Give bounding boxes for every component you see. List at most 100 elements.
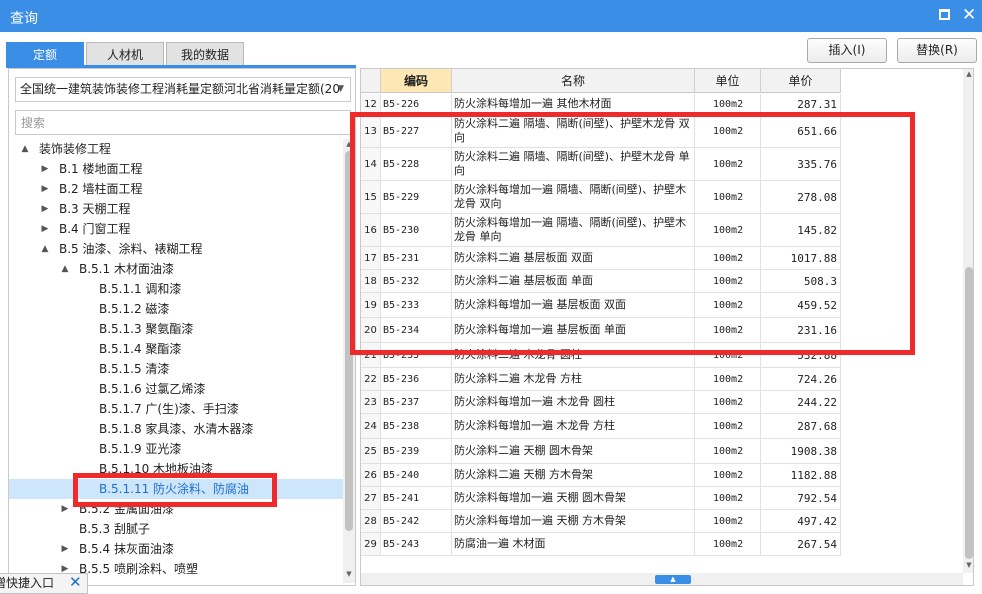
expand-arrow-icon[interactable]: ▶ — [39, 199, 51, 219]
collapse-arrow-icon[interactable]: ▲ — [19, 139, 31, 159]
tree-item[interactable]: ▶ B.5.4 抹灰面油漆 — [9, 539, 343, 559]
row-index: 27 — [361, 487, 381, 509]
price-cell: 287.68 — [761, 414, 841, 438]
search-input[interactable] — [15, 110, 351, 135]
tree-item[interactable]: ▲ B.5.1 木材面油漆 — [9, 259, 343, 279]
expand-arrow-icon[interactable]: ▶ — [39, 179, 51, 199]
tree-item-label: B.5.1.3 聚氨酯漆 — [99, 322, 194, 336]
tree-item[interactable]: ▲ 装饰装修工程 — [9, 139, 343, 159]
row-index: 12 — [361, 94, 381, 114]
unit-cell: 100m2 — [695, 439, 761, 463]
code-cell: B5-242 — [381, 510, 452, 532]
unit-cell: 100m2 — [695, 464, 761, 486]
scroll-up-icon[interactable]: ▲ — [963, 70, 973, 78]
name-cell: 防火涂料二遍 天棚 圆木骨架 — [452, 439, 695, 463]
tree-item[interactable]: B.5.1.1 调和漆 — [9, 279, 343, 299]
collapse-arrow-icon[interactable]: ▲ — [59, 259, 71, 279]
highlight-box-tree-item — [73, 473, 277, 507]
close-icon[interactable]: ✕ — [69, 574, 82, 592]
close-icon[interactable]: ✕ — [962, 5, 976, 25]
tree-item-label: B.5.1.1 调和漆 — [99, 282, 182, 296]
code-cell: B5-236 — [381, 368, 452, 390]
tree-item[interactable]: B.5.1.3 聚氨酯漆 — [9, 319, 343, 339]
tree-item[interactable]: ▶ B.2 墙柱面工程 — [9, 179, 343, 199]
tree-item[interactable]: B.5.1.9 亚光漆 — [9, 439, 343, 459]
unit-cell: 100m2 — [695, 391, 761, 413]
tree-item[interactable]: B.5.1.8 家具漆、水清木器漆 — [9, 419, 343, 439]
column-header-name[interactable]: 名称 — [452, 69, 695, 93]
name-cell: 防火涂料每增加一遍 天棚 圆木骨架 — [452, 487, 695, 509]
scroll-down-icon[interactable]: ▼ — [343, 570, 355, 578]
row-index: 29 — [361, 533, 381, 555]
unit-cell: 100m2 — [695, 94, 761, 114]
collapse-arrow-icon[interactable]: ▲ — [39, 239, 51, 259]
tree-item[interactable]: B.5.1.2 磁漆 — [9, 299, 343, 319]
column-header-price[interactable]: 单价 — [761, 69, 841, 93]
table-row[interactable]: 25 B5-239 防火涂料二遍 天棚 圆木骨架 100m2 1908.38 — [361, 439, 841, 464]
tree-item-label: B.5.1.4 聚酯漆 — [99, 342, 182, 356]
expand-arrow-icon[interactable]: ▶ — [59, 499, 71, 519]
chevron-down-icon[interactable]: ▼ — [337, 78, 344, 101]
table-row[interactable]: 27 B5-241 防火涂料每增加一遍 天棚 圆木骨架 100m2 792.54 — [361, 487, 841, 510]
tree-item-label: B.5.1.7 广(生)漆、手扫漆 — [99, 402, 239, 416]
table-row[interactable]: 22 B5-236 防火涂料二遍 木龙骨 方柱 100m2 724.26 — [361, 368, 841, 391]
code-cell: B5-241 — [381, 487, 452, 509]
code-cell: B5-240 — [381, 464, 452, 486]
replace-button[interactable]: 替换(R) — [897, 38, 977, 63]
table-row[interactable]: 26 B5-240 防火涂料二遍 天棚 方木骨架 100m2 1182.88 — [361, 464, 841, 487]
tree-item-label: B.5 油漆、涂料、裱糊工程 — [59, 242, 203, 256]
tree-item-label: B.5.1.9 亚光漆 — [99, 442, 182, 456]
library-select[interactable]: 全国统一建筑装饰装修工程消耗量定额河北省消耗量定额(20 ▼ — [15, 77, 351, 102]
tree-item[interactable]: B.5.1.5 清漆 — [9, 359, 343, 379]
name-cell: 防火涂料二遍 天棚 方木骨架 — [452, 464, 695, 486]
quick-entry-label: 增快捷入口 — [0, 576, 55, 590]
price-cell: 287.31 — [761, 94, 841, 114]
expand-arrow-icon[interactable]: ▶ — [39, 219, 51, 239]
price-cell: 724.26 — [761, 368, 841, 390]
expand-arrow-icon[interactable]: ▶ — [59, 539, 71, 559]
tree-item[interactable]: B.5.3 刮腻子 — [9, 519, 343, 539]
column-header-unit[interactable]: 单位 — [695, 69, 761, 93]
tab-quota[interactable]: 定额 — [6, 42, 84, 66]
name-cell: 防火涂料每增加一遍 其他木材面 — [452, 94, 695, 114]
tree-item[interactable]: B.5.1.7 广(生)漆、手扫漆 — [9, 399, 343, 419]
table-horizontal-scrollbar[interactable]: ▲ — [361, 573, 963, 585]
row-index: 28 — [361, 510, 381, 532]
table-row[interactable]: 28 B5-242 防火涂料每增加一遍 天棚 方木骨架 100m2 497.42 — [361, 510, 841, 533]
table-row[interactable]: 24 B5-238 防火涂料每增加一遍 木龙骨 方柱 100m2 287.68 — [361, 414, 841, 439]
insert-button[interactable]: 插入(I) — [807, 38, 887, 63]
tree-item[interactable]: B.5.1.4 聚酯漆 — [9, 339, 343, 359]
maximize-icon[interactable] — [939, 9, 950, 20]
table-row[interactable]: 29 B5-243 防腐油一遍 木材面 100m2 267.54 — [361, 533, 841, 556]
table-scrollbar-thumb[interactable] — [965, 267, 973, 559]
code-cell: B5-238 — [381, 414, 452, 438]
column-header-code[interactable]: 编码 — [381, 69, 452, 93]
code-cell: B5-243 — [381, 533, 452, 555]
name-cell: 防火涂料每增加一遍 木龙骨 圆柱 — [452, 391, 695, 413]
price-cell: 267.54 — [761, 533, 841, 555]
collapse-handle-icon[interactable]: ▲ — [655, 575, 691, 584]
unit-cell: 100m2 — [695, 510, 761, 532]
row-index: 25 — [361, 439, 381, 463]
expand-arrow-icon[interactable]: ▶ — [39, 159, 51, 179]
tree-item-label: B.4 门窗工程 — [59, 222, 131, 236]
table-row[interactable]: 23 B5-237 防火涂料每增加一遍 木龙骨 圆柱 100m2 244.22 — [361, 391, 841, 414]
tree-item[interactable]: ▶ B.1 楼地面工程 — [9, 159, 343, 179]
tree-item[interactable]: ▲ B.5 油漆、涂料、裱糊工程 — [9, 239, 343, 259]
row-index: 23 — [361, 391, 381, 413]
code-cell: B5-239 — [381, 439, 452, 463]
tree-item[interactable]: B.5.1.6 过氯乙烯漆 — [9, 379, 343, 399]
quick-entry-tab[interactable]: 增快捷入口 ✕ — [0, 573, 88, 594]
table-scrollbar[interactable]: ▲ ▼ — [963, 69, 973, 573]
tree-item-label: 装饰装修工程 — [39, 142, 112, 156]
scroll-down-icon[interactable]: ▼ — [963, 561, 973, 569]
tab-my-data[interactable]: 我的数据 — [166, 42, 244, 66]
quota-tree-panel: 全国统一建筑装饰装修工程消耗量定额河北省消耗量定额(20 ▼ ▲ 装饰装修工程 ▶ B… — [8, 68, 356, 586]
unit-cell: 100m2 — [695, 533, 761, 555]
tree-item-label: B.5.3 刮腻子 — [79, 522, 150, 536]
tree-item[interactable]: ▶ B.3 天棚工程 — [9, 199, 343, 219]
tab-labor-material[interactable]: 人材机 — [86, 42, 164, 66]
tree-item-label: B.2 墙柱面工程 — [59, 182, 143, 196]
tree-item[interactable]: ▶ B.4 门窗工程 — [9, 219, 343, 239]
row-index: 24 — [361, 414, 381, 438]
